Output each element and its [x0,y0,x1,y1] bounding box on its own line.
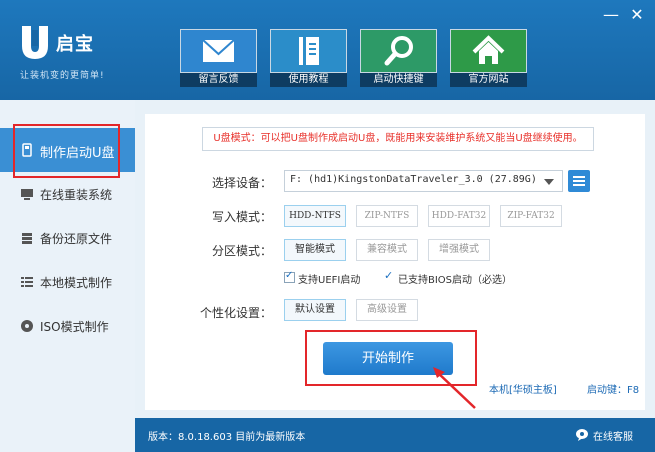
device-menu-button[interactable] [568,170,590,192]
home-icon [472,35,505,64]
usb-mode-notice: U盘模式：可以把U盘制作成启动U盘，既能用来安装维护系统又能当U盘继续使用。 [202,127,594,151]
settings-panel: U盘模式：可以把U盘制作成启动U盘，既能用来安装维护系统又能当U盘继续使用。 选… [145,114,645,410]
feedback-label: 留言反馈 [180,73,257,87]
website-tile [450,29,527,73]
write-mode-hdd-fat32[interactable]: HDD-FAT32 [428,205,490,227]
mail-icon [202,39,235,62]
footer-left [0,418,135,452]
partition-mode-compatible[interactable]: 兼容模式 [356,239,418,261]
write-mode-zip-fat32[interactable]: ZIP-FAT32 [500,205,562,227]
header: 启宝 让装机变的更简单! — ✕ 留言反馈 使用教程 启动快捷键 官方网站 [0,0,655,100]
personalize-default[interactable]: 默认设置 [284,299,346,321]
sidebar-item-label: 备份还原文件 [40,232,113,246]
disc-icon [21,320,33,332]
annotation-highlight-sidebar [13,124,120,178]
sidebar-item-iso-mode[interactable]: ISO模式制作 [0,304,135,348]
footer: 版本：8.0.18.603 目前为最新版本 在线客服 [135,418,655,452]
chat-icon [576,429,588,441]
feedback-button[interactable]: 留言反馈 [180,29,257,87]
website-label: 官方网站 [450,73,527,87]
hotkey-tile [360,29,437,73]
app-window: 启宝 让装机变的更简单! — ✕ 留言反馈 使用教程 启动快捷键 官方网站 制作… [0,0,655,452]
backup-icon [22,233,32,244]
search-icon [384,36,413,66]
write-mode-zip-ntfs[interactable]: ZIP-NTFS [356,205,418,227]
bios-checkbox[interactable]: ✓ 已支持BIOS启动（必选） [384,269,514,286]
list-icon [21,277,33,287]
website-button[interactable]: 官方网站 [450,29,527,87]
tutorial-button[interactable]: 使用教程 [270,29,347,87]
sidebar-item-online-reinstall[interactable]: 在线重装系统 [0,172,135,216]
bios-checkbox-label: 已支持BIOS启动（必选） [398,275,513,286]
write-mode-label: 写入模式： [212,210,273,224]
sidebar-item-local-mode[interactable]: 本地模式制作 [0,260,135,304]
online-support-label: 在线客服 [593,432,633,443]
partition-mode-enhanced[interactable]: 增强模式 [428,239,490,261]
monitor-icon [21,189,33,200]
hotkey-lookup-label: 启动快捷键 [360,73,437,87]
feedback-tile [180,29,257,73]
device-select-value: F: (hd1)KingstonDataTraveler_3.0 (27.89G… [290,174,537,185]
uefi-checkbox[interactable]: 支持UEFI启动 [284,270,374,286]
partition-mode-smart[interactable]: 智能模式 [284,239,346,261]
version-text: 版本：8.0.18.603 目前为最新版本 [148,432,306,443]
app-slogan: 让装机变的更简单! [20,71,105,81]
tutorial-tile [270,29,347,73]
personalize-advanced[interactable]: 高级设置 [356,299,418,321]
checkmark-icon: ✓ [384,269,394,282]
device-label: 选择设备： [212,176,273,190]
hotkey-info: 启动键：F8 [587,385,640,396]
minimize-button[interactable]: — [602,6,620,24]
hotkey-lookup-button[interactable]: 启动快捷键 [360,29,437,87]
online-support-button[interactable]: 在线客服 [575,427,645,443]
chevron-down-icon [544,179,554,185]
sidebar-item-label: 本地模式制作 [40,276,113,290]
write-mode-hdd-ntfs[interactable]: HDD-NTFS [284,205,346,227]
book-icon [299,37,319,65]
checkbox-box [284,270,295,283]
sidebar-item-label: ISO模式制作 [40,320,109,334]
app-name: 启宝 [56,34,94,55]
sidebar-item-label: 在线重装系统 [40,188,113,202]
sidebar-item-backup-restore[interactable]: 备份还原文件 [0,216,135,260]
personalize-label: 个性化设置： [200,306,273,320]
partition-mode-label: 分区模式： [212,244,273,258]
uefi-checkbox-label: 支持UEFI启动 [298,275,361,286]
main-content: U盘模式：可以把U盘制作成启动U盘，既能用来安装维护系统又能当U盘继续使用。 选… [135,100,655,418]
annotation-arrow-icon [433,367,476,409]
logo-u-icon [22,26,48,59]
tutorial-label: 使用教程 [270,73,347,87]
device-info-link[interactable]: 本机[华硕主板] [489,381,557,396]
device-select[interactable]: F: (hd1)KingstonDataTraveler_3.0 (27.89G… [284,170,563,192]
close-button[interactable]: ✕ [628,6,646,24]
app-logo: 启宝 让装机变的更简单! [18,24,138,84]
